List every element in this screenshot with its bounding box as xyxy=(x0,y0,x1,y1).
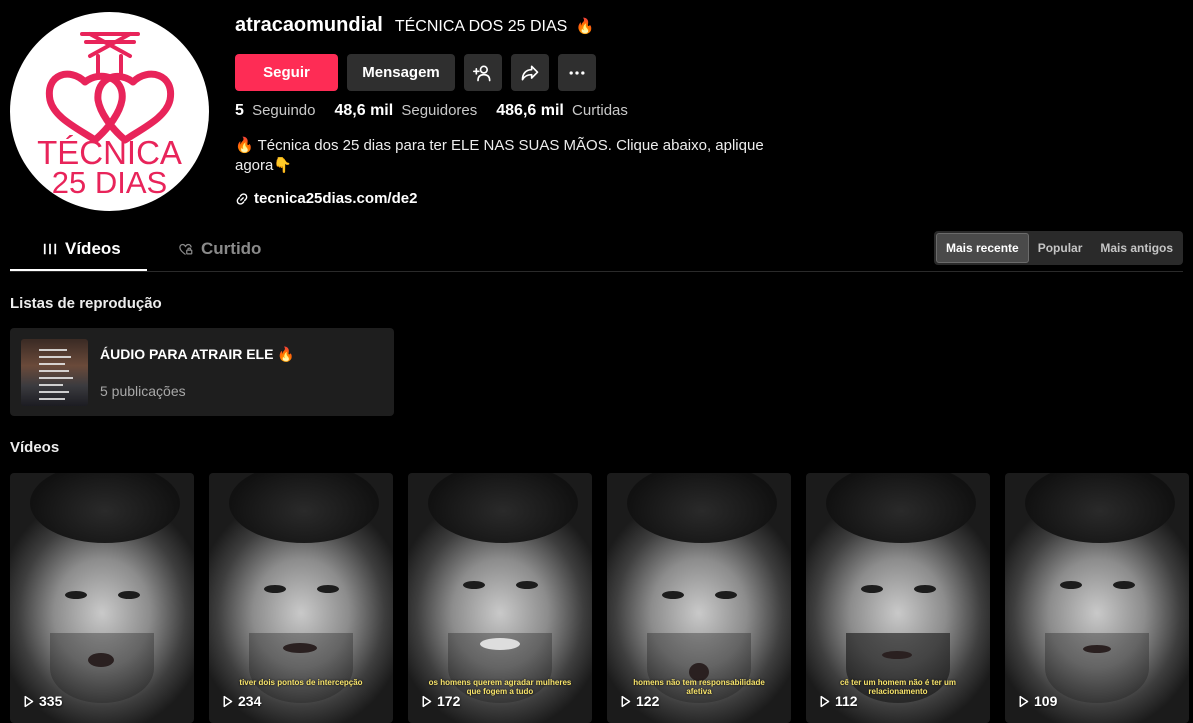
video-view-count: 109 xyxy=(1034,693,1058,709)
video-views: 109 xyxy=(1017,693,1057,709)
nickname: TÉCNICA DOS 25 DIAS 🔥 xyxy=(395,17,595,36)
video-view-count: 234 xyxy=(238,693,262,709)
followers-count: 48,6 mil xyxy=(334,102,394,119)
video-caption: tiver dois pontos de intercepção xyxy=(239,678,363,687)
video-card[interactable]: 335 xyxy=(10,473,194,723)
videos-grid-icon xyxy=(43,243,57,255)
profile-link[interactable]: tecnica25dias.com/de2 xyxy=(235,190,417,207)
nickname-text: TÉCNICA DOS 25 DIAS xyxy=(394,18,568,35)
play-icon xyxy=(820,695,830,707)
video-view-count: 335 xyxy=(39,693,63,709)
play-icon xyxy=(24,695,34,707)
add-friend-button[interactable] xyxy=(464,54,502,91)
video-view-count: 122 xyxy=(636,693,660,709)
active-tab-indicator xyxy=(10,269,147,271)
playlist-count: 5 publicações xyxy=(100,383,186,399)
username: atracaomundial xyxy=(235,14,383,36)
play-icon xyxy=(422,695,432,707)
video-views: 234 xyxy=(221,693,261,709)
profile-stats: 5 Seguindo 48,6 mil Seguidores 486,6 mil… xyxy=(235,102,628,120)
video-views: 172 xyxy=(420,693,460,709)
likes-count: 486,6 mil xyxy=(496,102,564,119)
share-icon xyxy=(521,65,539,80)
profile-actions: Seguir Mensagem xyxy=(235,54,596,91)
more-button[interactable] xyxy=(558,54,596,91)
play-icon xyxy=(621,695,631,707)
play-icon xyxy=(1019,695,1029,707)
name-row: atracaomundial TÉCNICA DOS 25 DIAS 🔥 xyxy=(235,14,835,42)
tab-videos[interactable]: Vídeos xyxy=(43,239,121,259)
sort-recent-button[interactable]: Mais recente xyxy=(936,233,1029,263)
heart-lock-icon xyxy=(179,243,193,255)
more-icon xyxy=(569,70,585,75)
tab-liked[interactable]: Curtido xyxy=(178,239,261,259)
following-count: 5 xyxy=(235,102,244,119)
playlist-title: ÁUDIO PARA ATRAIR ELE 🔥 xyxy=(100,346,295,362)
follow-button[interactable]: Seguir xyxy=(235,54,338,91)
video-views: 335 xyxy=(22,693,62,709)
profile-bio: 🔥 Técnica dos 25 dias para ter ELE NAS S… xyxy=(235,137,764,174)
playlist-thumbnail xyxy=(21,339,88,406)
likes-label: Curtidas xyxy=(572,102,628,119)
fire-emoji-icon: 🔥 xyxy=(575,18,595,35)
video-view-count: 172 xyxy=(437,693,461,709)
video-views: 122 xyxy=(619,693,659,709)
sort-oldest-button[interactable]: Mais antigos xyxy=(1091,233,1182,263)
sort-popular-button[interactable]: Popular xyxy=(1029,233,1092,263)
sort-selector: Mais recente Popular Mais antigos xyxy=(934,231,1183,265)
video-card[interactable]: cê ter um homem não é ter um relacioname… xyxy=(806,473,990,723)
video-card[interactable]: os homens querem agradar mulheres que fo… xyxy=(408,473,592,723)
followers-stat[interactable]: 48,6 mil Seguidores xyxy=(334,102,477,120)
followers-label: Seguidores xyxy=(401,102,478,119)
playlist-card[interactable]: ÁUDIO PARA ATRAIR ELE 🔥 5 publicações xyxy=(10,328,394,416)
tab-videos-label: Vídeos xyxy=(65,239,121,258)
message-button[interactable]: Mensagem xyxy=(347,54,455,91)
video-views: 112 xyxy=(818,693,858,709)
profile-avatar[interactable]: TÉCNICA 25 DIAS xyxy=(10,12,209,211)
profile-link-text: tecnica25dias.com/de2 xyxy=(254,190,418,207)
link-icon xyxy=(236,192,248,205)
videos-heading: Vídeos xyxy=(10,439,60,456)
video-grid: 335 tiver dois pontos de intercepção 234… xyxy=(10,473,1189,723)
play-icon xyxy=(223,695,233,707)
likes-stat: 486,6 mil Curtidas xyxy=(496,102,628,120)
video-card[interactable]: tiver dois pontos de intercepção 234 xyxy=(209,473,393,723)
profile-header: atracaomundial TÉCNICA DOS 25 DIAS 🔥 xyxy=(235,14,835,42)
video-card[interactable]: homens não tem responsabilidade afetiva … xyxy=(607,473,791,723)
video-card[interactable]: 109 xyxy=(1005,473,1189,723)
playlists-heading: Listas de reprodução xyxy=(10,295,162,312)
tab-liked-label: Curtido xyxy=(201,239,262,258)
following-label: Seguindo xyxy=(252,102,316,119)
svg-text:25 DIAS: 25 DIAS xyxy=(52,165,167,200)
following-stat[interactable]: 5 Seguindo xyxy=(235,102,315,120)
video-view-count: 112 xyxy=(835,693,858,709)
tecnica-25-dias-logo: TÉCNICA 25 DIAS xyxy=(37,32,182,200)
share-button[interactable] xyxy=(511,54,549,91)
add-friend-icon xyxy=(473,65,491,81)
